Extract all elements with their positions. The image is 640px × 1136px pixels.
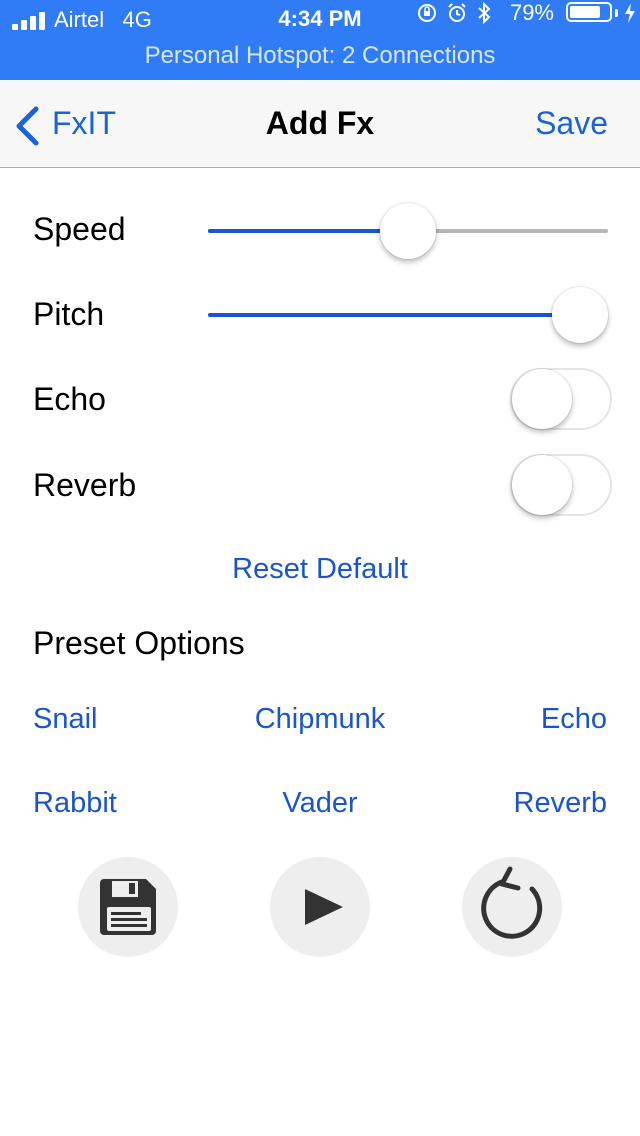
pitch-label: Pitch — [33, 296, 105, 332]
save-preset-button[interactable] — [78, 857, 178, 957]
slider-fill — [208, 313, 580, 317]
charging-bolt-icon — [624, 0, 636, 31]
preset-vader-button[interactable]: Vader — [282, 787, 357, 819]
rotation-lock-icon — [416, 0, 438, 31]
reset-default-button[interactable]: Reset Default — [0, 553, 640, 586]
play-icon — [305, 889, 343, 925]
preset-rabbit-button[interactable]: Rabbit — [33, 787, 117, 820]
speed-slider[interactable] — [208, 201, 608, 261]
status-bar: Airtel 4G 4:34 PM 79% Personal Hotspot: … — [0, 0, 640, 80]
slider-thumb[interactable] — [380, 203, 436, 259]
battery-percent: 79% — [509, 0, 554, 25]
battery-nub — [615, 9, 618, 17]
preset-snail-button[interactable]: Snail — [33, 703, 98, 736]
rotate-ccw-icon — [481, 866, 543, 939]
add-fx-screen: Airtel 4G 4:34 PM 79% Personal Hotspot: … — [0, 0, 640, 1136]
slider-thumb[interactable] — [552, 287, 608, 343]
reverb-label: Reverb — [33, 467, 137, 503]
preset-chipmunk-button[interactable]: Chipmunk — [255, 703, 386, 735]
preset-echo-button[interactable]: Echo — [541, 703, 607, 736]
toggle-knob — [512, 369, 572, 429]
bluetooth-icon — [476, 0, 492, 32]
reverb-toggle[interactable] — [510, 454, 612, 516]
toggle-knob — [512, 455, 572, 515]
navigation-bar: FxIT Add Fx Save — [0, 80, 640, 168]
hotspot-banner[interactable]: Personal Hotspot: 2 Connections — [0, 42, 640, 70]
alarm-icon — [446, 0, 468, 31]
speed-label: Speed — [33, 211, 126, 247]
floppy-disk-icon — [100, 879, 156, 935]
echo-label: Echo — [33, 381, 106, 417]
battery-level — [570, 6, 600, 18]
save-button[interactable]: Save — [535, 105, 608, 142]
play-button[interactable] — [270, 857, 370, 957]
reset-effects-button[interactable] — [462, 857, 562, 957]
slider-fill — [208, 229, 408, 233]
pitch-slider[interactable] — [208, 285, 608, 345]
preset-reverb-button[interactable]: Reverb — [514, 787, 608, 820]
status-row: Airtel 4G 4:34 PM 79% — [0, 0, 640, 40]
preset-options-title: Preset Options — [33, 625, 245, 661]
battery-icon — [566, 2, 612, 22]
echo-toggle[interactable] — [510, 368, 612, 430]
